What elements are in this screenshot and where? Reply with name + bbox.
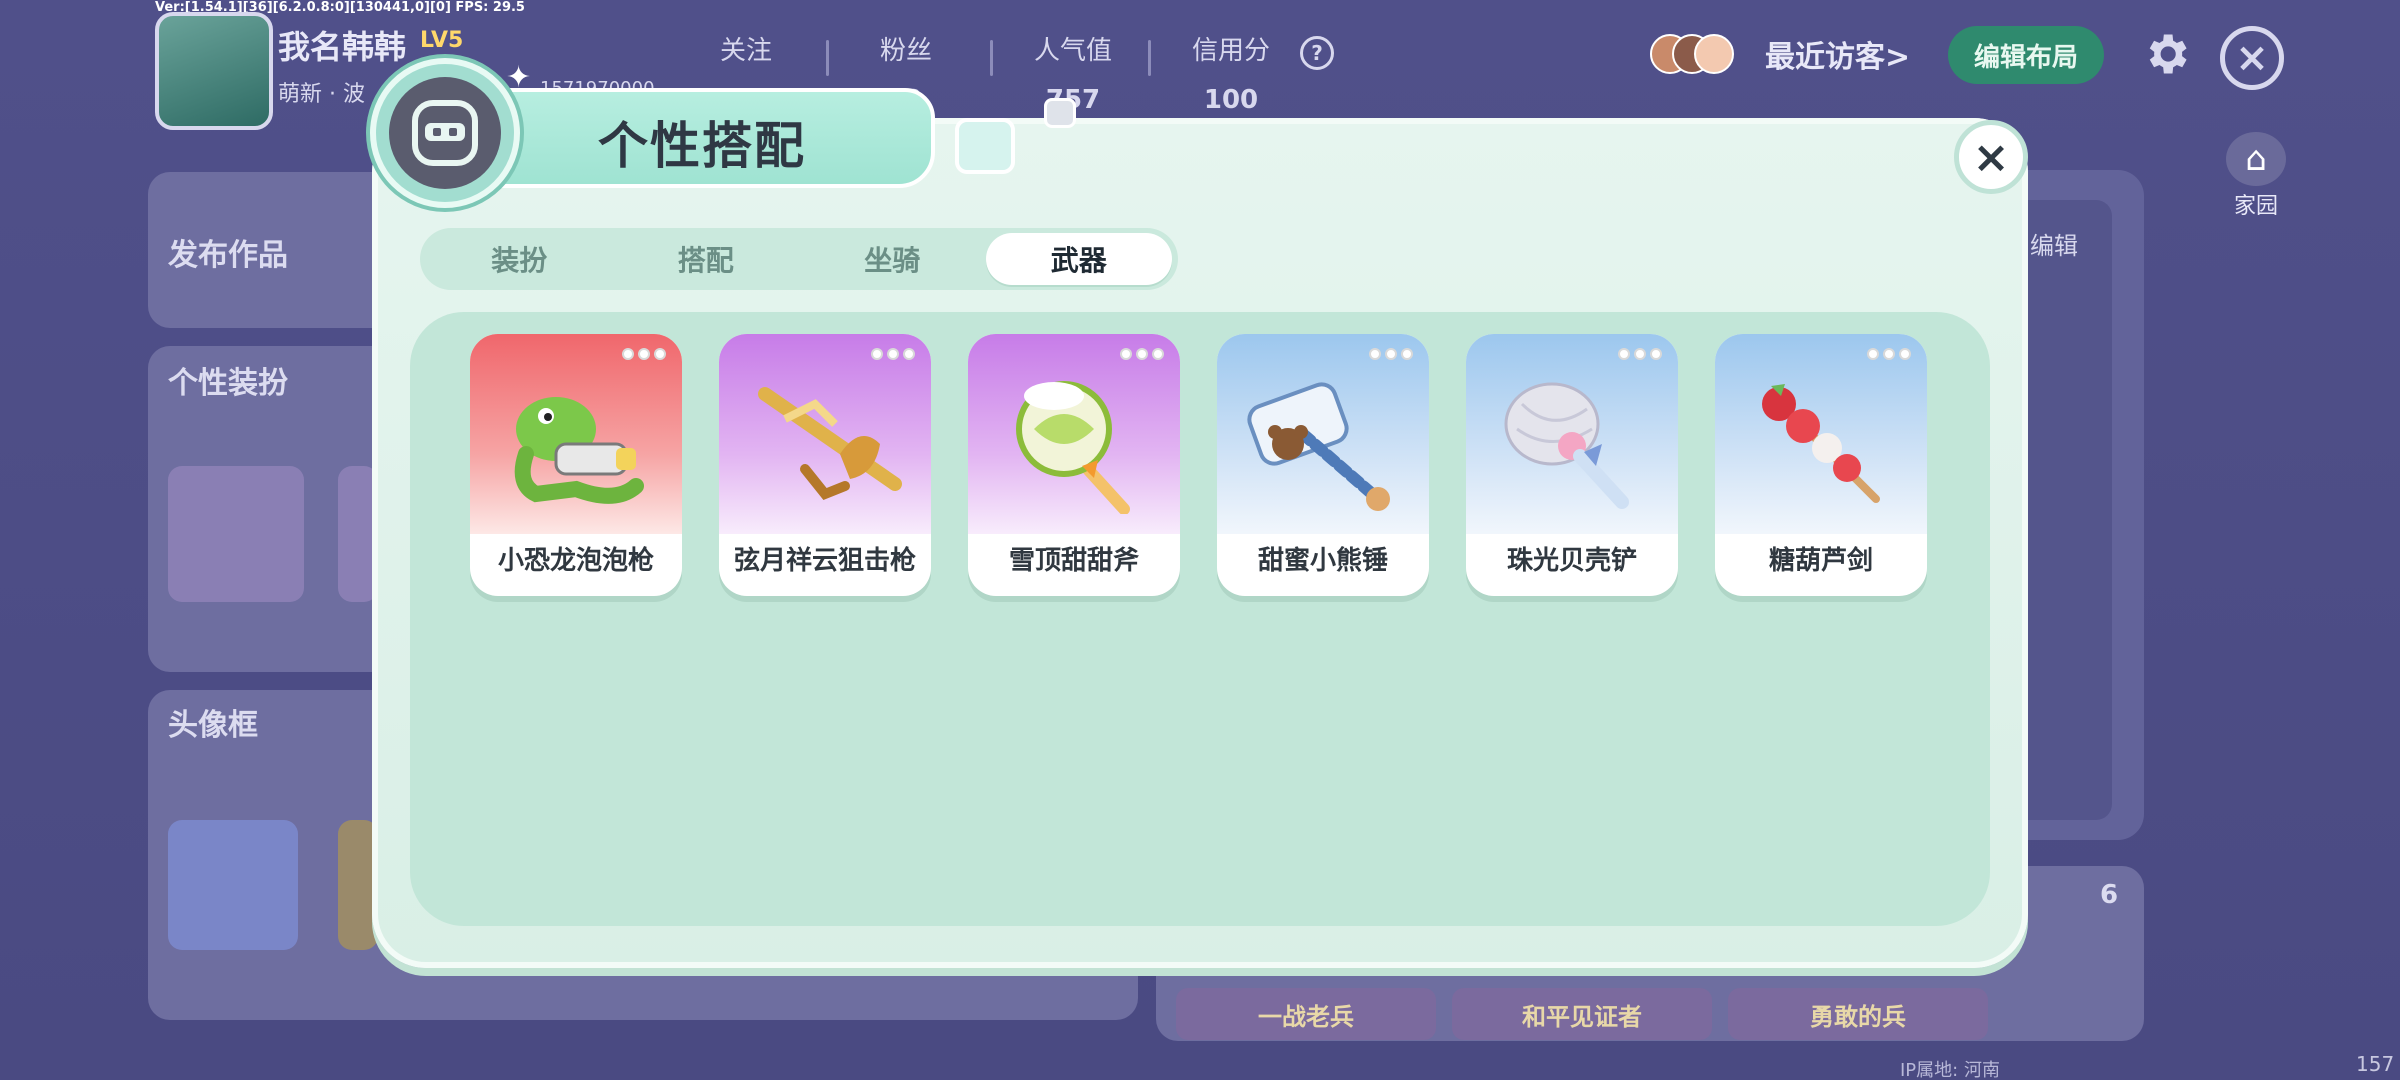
weapon-name: 珠光贝壳铲 [1506,546,1637,576]
more-options-icon[interactable] [1867,348,1911,360]
stat-divider [1148,40,1151,76]
weapon-card[interactable]: 小恐龙泡泡枪 [470,334,682,596]
decor-square-small [1044,98,1076,128]
profile-subtitle: 萌新 · 波 [278,82,365,107]
medal-count: 6 [2100,880,2119,910]
exit-icon[interactable]: × [2220,26,2284,90]
stat-label: 粉丝 [880,36,933,66]
stat-label: 人气值 [1034,36,1113,66]
modal-title: 个性搭配 [598,117,806,175]
ip-location: IP属地: 河南 [1900,1060,2000,1080]
sparkle-icon: ✦ [506,60,532,95]
pearl-shell-shovel-icon [1504,382,1629,509]
stat-divider [990,40,993,76]
decor-square [955,118,1015,174]
tanghulu-sword-icon [1762,384,1880,503]
gear-icon[interactable] [2140,28,2192,80]
tab-match[interactable]: 搭配 [613,233,800,285]
medal-badge[interactable]: 勇敢的兵 [1728,988,1988,1040]
home-button[interactable]: ⌂ 家园 [2222,132,2290,219]
weapon-card[interactable]: 糖葫芦剑 [1715,334,1927,596]
visitor-avatar [1694,34,1734,74]
tab-outfit[interactable]: 装扮 [426,233,613,285]
outfit-thumb[interactable] [168,466,304,602]
medal-badge[interactable]: 一战老兵 [1176,988,1436,1040]
recent-visitors-avatars[interactable] [1650,34,1734,74]
tab-weapon[interactable]: 武器 [985,233,1172,285]
corner-number: 157 [2356,1052,2395,1076]
more-options-icon[interactable] [1120,348,1164,360]
ninja-face-icon [389,77,501,189]
medal-badge[interactable]: 和平见证者 [1452,988,1712,1040]
stat-credit[interactable]: 信用分 100 [1192,30,1270,115]
weapon-card[interactable]: 珠光贝壳铲 [1466,334,1678,596]
stat-label: 信用分 [1192,36,1271,66]
more-options-icon[interactable] [1369,348,1413,360]
more-options-icon[interactable] [1618,348,1662,360]
sweet-bear-hammer-icon [1247,382,1390,511]
tab-mount[interactable]: 坐骑 [799,233,986,285]
dino-bubble-gun-icon [514,397,644,504]
frame-thumb[interactable] [168,820,298,950]
category-tabs: 装扮 搭配 坐骑 武器 [420,228,1178,290]
house-icon: ⌂ [2226,132,2286,186]
profile-avatar[interactable] [155,12,273,130]
recent-visitors-link[interactable]: 最近访客> [1765,32,1910,76]
weapon-name: 糖葫芦剑 [1768,546,1873,576]
weapon-card[interactable]: 弦月祥云狙击枪 [719,334,931,596]
crescent-sniper-rifle-icon [758,387,902,501]
weapon-name: 小恐龙泡泡枪 [497,546,654,576]
weapon-name: 弦月祥云狙击枪 [733,546,916,576]
home-label: 家园 [2233,194,2278,219]
stat-value: 100 [1203,85,1259,115]
close-button[interactable]: × [1954,120,2028,194]
more-options-icon[interactable] [622,348,666,360]
mask-badge-icon [370,58,520,208]
showcase-edit-link[interactable]: 编辑 [2030,226,2078,261]
outfit-title: 个性装扮 [168,366,288,401]
weapon-name: 雪顶甜甜斧 [1008,546,1139,576]
edit-layout-button[interactable]: 编辑布局 [1948,26,2104,84]
more-options-icon[interactable] [871,348,915,360]
stat-divider [826,40,829,76]
frame-title: 头像框 [168,708,258,743]
stat-label: 关注 [720,36,773,66]
weapon-card[interactable]: 雪顶甜甜斧 [968,334,1180,596]
publish-title: 发布作品 [168,238,288,273]
help-icon[interactable]: ? [1300,36,1334,70]
snow-top-lollipop-axe-icon [1016,381,1130,514]
weapon-name: 甜蜜小熊锤 [1257,546,1388,576]
weapon-card[interactable]: 甜蜜小熊锤 [1217,334,1429,596]
profile-name: 我名韩韩 [278,28,407,66]
profile-level: LV5 [420,28,464,53]
